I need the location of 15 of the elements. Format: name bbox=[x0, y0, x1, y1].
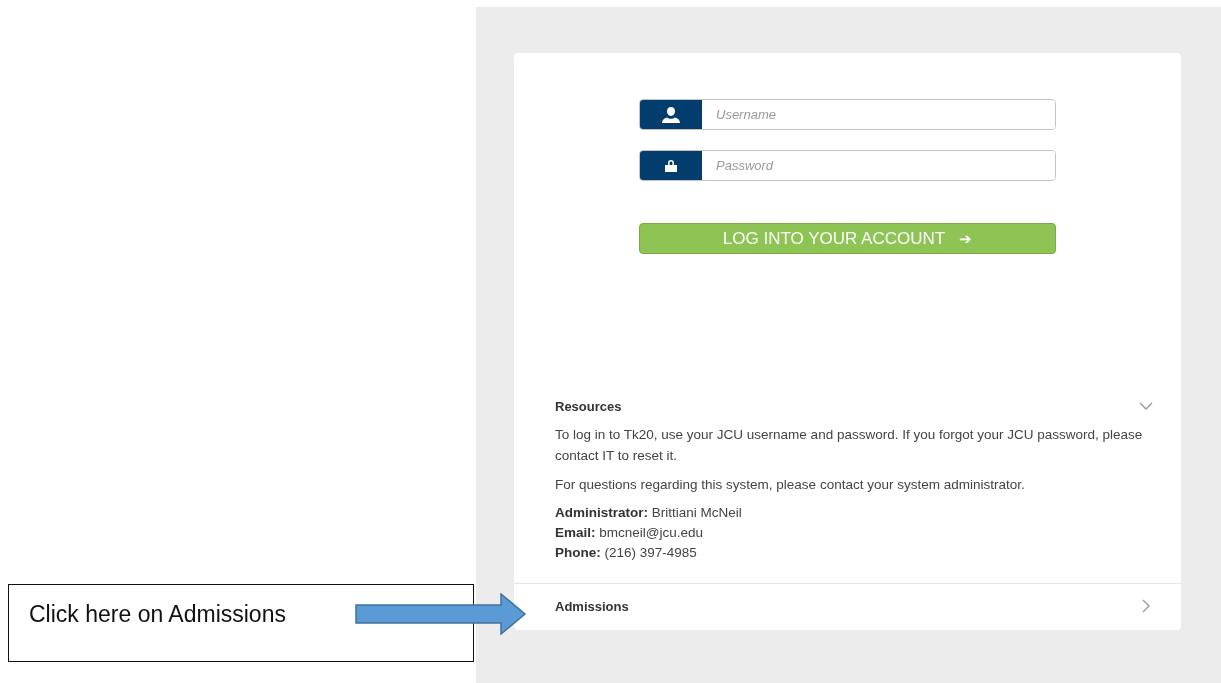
contact-line: Phone: (216) 397-4985 bbox=[555, 544, 698, 562]
paragraph: For questions regarding this system, please contact your system administrator. bbox=[555, 476, 1026, 494]
chevron-icon[interactable] bbox=[1139, 401, 1153, 411]
callout-text: Click here on Admissions bbox=[29, 601, 286, 627]
arrow-icon bbox=[355, 593, 527, 635]
user-icon bbox=[662, 106, 680, 123]
section-title[interactable]: Admissions bbox=[555, 598, 629, 614]
paragraph: To log in to Tk20, use your JCU username and password. If you forgot your JCU password, please contact IT to reset it. bbox=[555, 426, 1144, 465]
contact-line: Administrator: Brittiani McNeil bbox=[555, 504, 743, 522]
section-title[interactable]: Resources bbox=[555, 398, 622, 414]
input-field[interactable]: Username bbox=[639, 99, 1056, 130]
input-field[interactable]: Password bbox=[639, 150, 1056, 181]
contact-line: Email: bmcneil@jcu.edu bbox=[555, 524, 705, 542]
chevron-icon[interactable] bbox=[1141, 599, 1151, 613]
lock-icon bbox=[665, 159, 677, 172]
